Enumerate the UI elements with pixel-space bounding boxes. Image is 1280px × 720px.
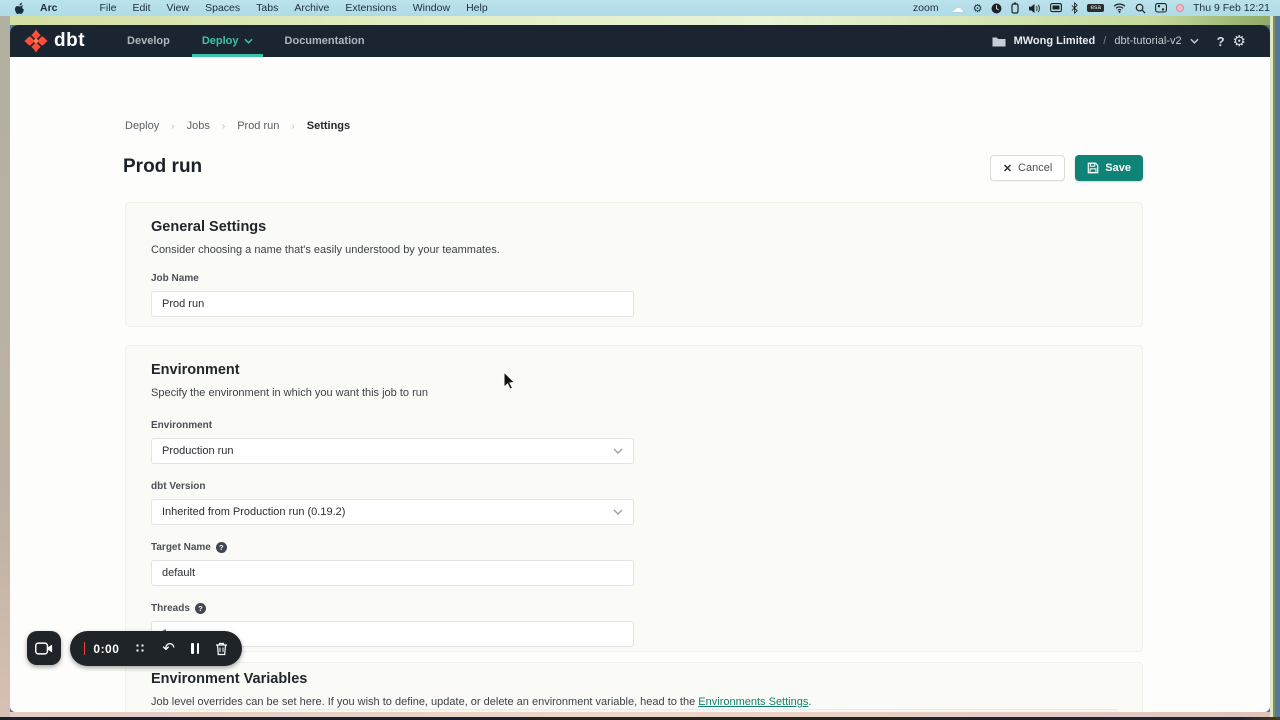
menu-spaces[interactable]: Spaces [197,2,248,14]
chevron-right-icon: › [291,121,294,132]
breadcrumb-jobs[interactable]: Jobs [187,120,210,132]
project-name[interactable]: dbt-tutorial-v2 [1114,35,1181,47]
help-icon[interactable]: ? [1217,34,1225,49]
menu-archive[interactable]: Archive [286,2,337,14]
environment-variables-card: Environment Variables Job level override… [125,662,1143,712]
nav-documentation[interactable]: Documentation [269,25,381,57]
target-name-label: Target Name ? [151,542,1117,553]
environment-variables-description: Job level overrides can be set here. If … [151,696,1117,708]
control-center-icon[interactable] [1155,3,1167,13]
nav-links: Develop Deploy Documentation [111,25,381,57]
app-navbar: dbt Develop Deploy Documentation MWong L… [10,25,1270,57]
dbt-logo-icon [24,29,48,53]
chevron-down-icon[interactable] [1190,38,1199,44]
menu-view[interactable]: View [159,2,198,14]
general-settings-card: General Settings Consider choosing a nam… [125,202,1143,327]
record-timer: 0:00 [93,642,119,656]
environment-title: Environment [151,362,1117,378]
page-title: Prod run [123,156,202,178]
chevron-right-icon: › [171,121,174,132]
pause-button[interactable] [191,643,199,654]
breadcrumb-settings: Settings [307,120,350,132]
environment-description: Specify the environment in which you wan… [151,387,1117,399]
wifi-icon[interactable] [1113,3,1126,13]
menu-window[interactable]: Window [405,2,458,14]
nav-right-cluster: MWong Limited / dbt-tutorial-v2 ? ⚙ [992,34,1256,49]
trash-icon [215,642,228,656]
chevron-down-icon [613,448,623,454]
nav-deploy[interactable]: Deploy [186,25,269,57]
display-settings-icon[interactable] [1050,3,1062,13]
zoom-app-label[interactable]: zoom [913,2,939,14]
chevron-down-icon [244,38,253,44]
dbt-version-select[interactable]: Inherited from Production run (0.19.2) [151,499,634,525]
restart-button[interactable]: ↶ [162,641,175,656]
chevron-right-icon: › [222,121,225,132]
clock-status-icon[interactable] [991,3,1002,14]
account-project-separator: / [1103,35,1106,47]
recorder-toolbar: 0:00 ↶ [70,631,242,666]
close-icon: ✕ [1003,162,1012,175]
environment-card: Environment Specify the environment in w… [125,345,1143,652]
account-name[interactable]: MWong Limited [1014,35,1096,47]
breadcrumb: Deploy › Jobs › Prod run › Settings [125,120,350,132]
general-settings-description: Consider choosing a name that's easily u… [151,244,1117,256]
folder-icon [992,36,1006,47]
target-name-input[interactable]: default [151,560,634,586]
page-actions: ✕ Cancel Save [990,155,1143,181]
dots-grid-icon [135,643,146,654]
annotate-grid-button[interactable] [135,643,146,654]
battery-icon[interactable] [1011,2,1019,14]
menu-extensions[interactable]: Extensions [337,2,404,14]
bluetooth-icon[interactable] [1071,2,1078,14]
screen-record-indicator-icon[interactable] [1176,4,1184,12]
menu-edit[interactable]: Edit [124,2,158,14]
settings-page: Deploy › Jobs › Prod run › Settings Prod… [10,57,1270,712]
mouse-cursor [503,371,516,395]
dbt-cloud-window: dbt Develop Deploy Documentation MWong L… [10,25,1270,712]
threads-help-icon[interactable]: ? [195,603,206,614]
save-button[interactable]: Save [1075,155,1143,181]
gear-status-icon[interactable]: ⚙ [973,2,983,15]
menu-file[interactable]: File [92,2,125,14]
job-name-label: Job Name [151,273,1117,284]
volume-icon[interactable] [1028,3,1041,14]
cancel-button[interactable]: ✕ Cancel [990,155,1065,181]
desktop-edge-left [0,16,10,720]
search-icon[interactable] [1135,3,1146,14]
desktop-edge-top [0,16,1280,25]
env-vars-table-header: Inherited Value Job Override [150,709,1118,712]
threads-label: Threads ? [151,603,1117,614]
menu-arc[interactable]: Arc [32,2,66,14]
input-source-key-icon[interactable]: esa [1087,4,1103,13]
dbt-logo[interactable]: dbt [24,29,85,53]
camera-toggle-button[interactable] [27,631,61,665]
cloud-icon[interactable]: ☁ [952,1,964,15]
chevron-down-icon [613,509,623,515]
general-settings-title: General Settings [151,219,1117,235]
environments-settings-link[interactable]: Environments Settings [698,696,808,708]
nav-develop[interactable]: Develop [111,25,186,57]
breadcrumb-deploy[interactable]: Deploy [125,120,159,132]
settings-gear-icon[interactable]: ⚙ [1233,34,1246,49]
brand-text: dbt [54,30,85,52]
apple-icon[interactable] [10,2,26,15]
job-name-input[interactable]: Prod run [151,291,634,317]
menubar-status-tray: zoom ☁ ⚙ esa Thu 9 Feb 12:21 [913,1,1270,15]
delete-recording-button[interactable] [215,642,228,656]
environment-select-label: Environment [151,420,1117,431]
breadcrumb-prod-run[interactable]: Prod run [237,120,279,132]
macos-menubar: Arc File Edit View Spaces Tabs Archive E… [0,0,1280,16]
target-name-help-icon[interactable]: ? [216,542,227,553]
video-camera-icon [35,642,53,655]
menubar-clock[interactable]: Thu 9 Feb 12:21 [1193,2,1270,14]
save-icon [1087,162,1099,174]
desktop-edge-right [1270,16,1280,720]
dbt-version-label: dbt Version [151,481,1117,492]
menu-help[interactable]: Help [458,2,496,14]
menu-tabs[interactable]: Tabs [248,2,286,14]
pause-icon [191,643,199,654]
environment-select[interactable]: Production run [151,438,634,464]
environment-variables-title: Environment Variables [151,671,1117,687]
